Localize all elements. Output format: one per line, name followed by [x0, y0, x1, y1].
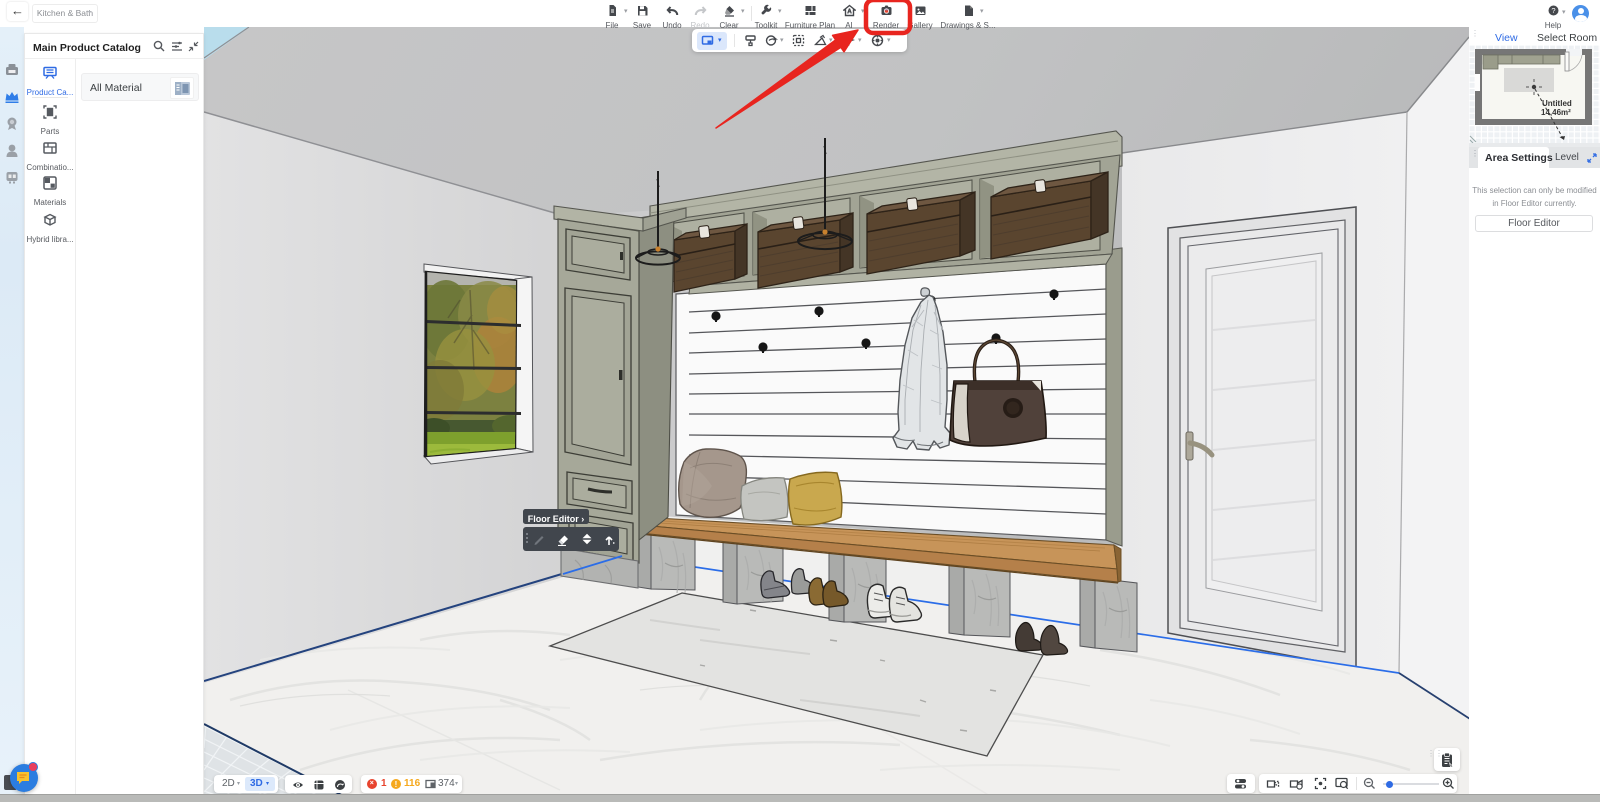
svg-text:?: ?: [1551, 6, 1555, 15]
svg-text:14,46m²: 14,46m²: [1541, 108, 1571, 117]
svg-text:Untitled: Untitled: [1542, 99, 1572, 108]
